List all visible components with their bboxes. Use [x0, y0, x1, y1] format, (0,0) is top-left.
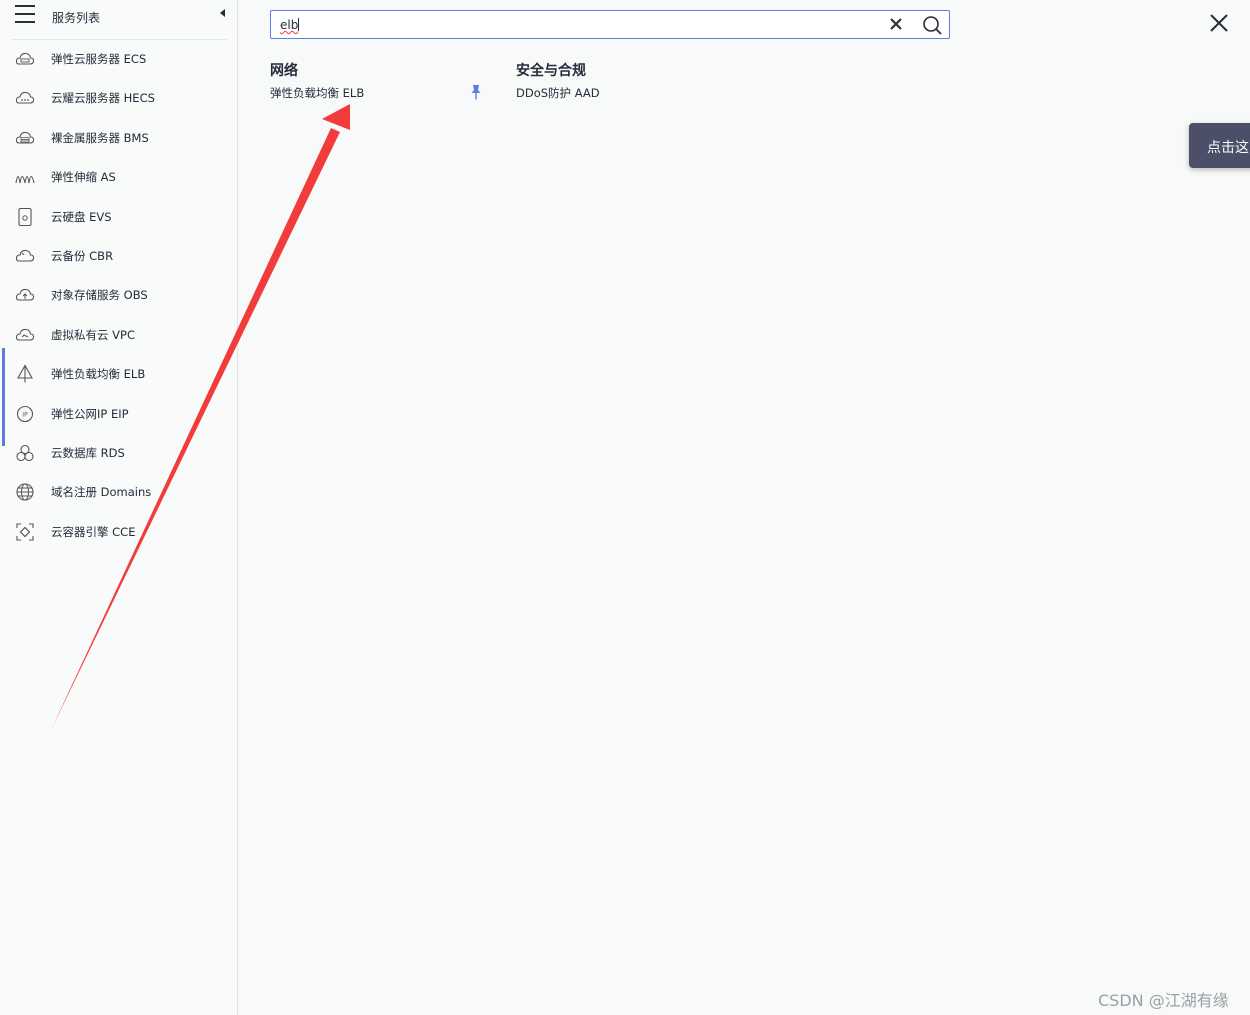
- sidebar-item-obs[interactable]: 对象存储服务 OBS: [2, 275, 237, 314]
- search-input-value[interactable]: elb: [280, 18, 300, 32]
- sidebar-item-label: 弹性伸缩 AS: [51, 170, 116, 185]
- sidebar-item-as[interactable]: 弹性伸缩 AS: [2, 157, 237, 196]
- backup-cloud-icon: [15, 249, 35, 262]
- sidebar-item-elb[interactable]: 弹性负载均衡 ELB: [2, 354, 237, 393]
- sidebar-item-rds[interactable]: 云数据库 RDS: [2, 433, 237, 472]
- sidebar-item-label: 云数据库 RDS: [51, 445, 125, 460]
- sidebar-item-label: 云耀云服务器 HECS: [51, 91, 155, 106]
- hamburger-menu-icon[interactable]: [15, 5, 35, 23]
- sidebar-item-label: 域名注册 Domains: [51, 485, 152, 500]
- sidebar-item-label: 虚拟私有云 VPC: [51, 327, 135, 342]
- pin-icon[interactable]: [470, 84, 482, 100]
- auto-scaling-icon: [15, 176, 35, 184]
- sidebar-item-label: 弹性公网IP EIP: [51, 406, 129, 421]
- ip-icon: IP: [16, 405, 34, 422]
- result-item-elb[interactable]: 弹性负载均衡 ELB: [270, 85, 364, 101]
- sidebar-list: 弹性云服务器 ECS 云耀云服务器 HECS 裸金属服务器 BMS 弹性伸缩 A…: [2, 39, 237, 551]
- cloud-icon: [15, 92, 35, 104]
- sidebar-item-label: 对象存储服务 OBS: [51, 288, 148, 303]
- text-caret: [298, 18, 300, 31]
- container-icon: [16, 523, 34, 541]
- clear-search-icon[interactable]: [887, 15, 905, 33]
- help-tooltip-text: 点击这: [1207, 140, 1249, 156]
- result-item-aad[interactable]: DDoS防护 AAD: [516, 85, 600, 101]
- cloud-server-icon: [15, 131, 35, 144]
- close-icon[interactable]: [1207, 11, 1231, 35]
- sidebar-item-eip[interactable]: IP 弹性公网IP EIP: [2, 394, 237, 433]
- database-icon: [16, 444, 34, 461]
- globe-icon: [16, 483, 34, 501]
- sidebar-item-label: 云备份 CBR: [51, 248, 114, 263]
- help-tooltip-tab[interactable]: 点击这: [1189, 123, 1250, 168]
- watermark: CSDN @江湖有缘: [1098, 991, 1229, 1010]
- sidebar-item-cce[interactable]: 云容器引擎 CCE: [2, 512, 237, 551]
- result-category-title: 安全与合规: [516, 63, 586, 79]
- search-input[interactable]: elb: [270, 10, 950, 39]
- sidebar-item-label: 云硬盘 EVS: [51, 209, 112, 224]
- sidebar-item-label: 云容器引擎 CCE: [51, 524, 136, 539]
- sidebar-item-label: 弹性云服务器 ECS: [51, 52, 147, 66]
- sidebar-item-evs[interactable]: 云硬盘 EVS: [2, 197, 237, 236]
- collapse-sidebar-icon[interactable]: [220, 9, 225, 17]
- sidebar-item-ecs[interactable]: 弹性云服务器 ECS: [2, 39, 237, 78]
- disk-icon: [18, 207, 32, 226]
- upload-cloud-icon: [15, 289, 35, 301]
- result-category-title: 网络: [270, 63, 298, 79]
- svg-text:IP: IP: [22, 411, 28, 418]
- sidebar-item-hecs[interactable]: 云耀云服务器 HECS: [2, 78, 237, 117]
- sidebar-title: 服务列表: [52, 11, 101, 25]
- sidebar-item-label: 裸金属服务器 BMS: [51, 130, 149, 145]
- vpc-cloud-icon: [15, 328, 35, 341]
- search-icon[interactable]: [921, 14, 943, 36]
- sidebar-item-cbr[interactable]: 云备份 CBR: [2, 236, 237, 275]
- service-list-sidebar: 服务列表 弹性云服务器 ECS 云耀云服务器 HECS 裸金属服务器 BMS 弹…: [2, 0, 238, 1015]
- sidebar-item-domains[interactable]: 域名注册 Domains: [2, 472, 237, 511]
- cloud-server-icon: [15, 52, 35, 65]
- sidebar-item-vpc[interactable]: 虚拟私有云 VPC: [2, 315, 237, 354]
- sidebar-item-label: 弹性负载均衡 ELB: [51, 367, 146, 382]
- load-balancer-icon: [17, 364, 33, 383]
- sidebar-item-bms[interactable]: 裸金属服务器 BMS: [2, 118, 237, 157]
- sidebar-header: 服务列表: [2, 0, 237, 39]
